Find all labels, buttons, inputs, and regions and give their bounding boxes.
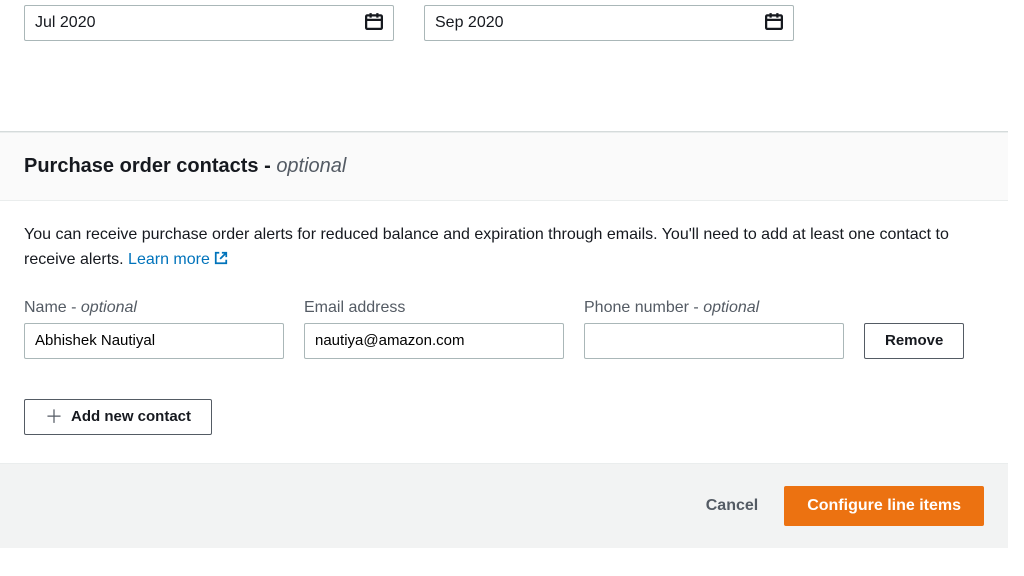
cancel-button[interactable]: Cancel: [706, 497, 758, 515]
phone-field: Phone number - optional: [584, 299, 844, 359]
end-date-input[interactable]: Sep 2020: [424, 5, 794, 41]
plus-icon: ＋: [45, 408, 63, 426]
name-field: Name - optional: [24, 299, 284, 359]
calendar-icon: [365, 12, 383, 35]
name-input[interactable]: [24, 323, 284, 359]
phone-label: Phone number - optional: [584, 299, 844, 317]
calendar-icon: [765, 12, 783, 35]
phone-input[interactable]: [584, 323, 844, 359]
start-date-value: Jul 2020: [35, 14, 96, 32]
email-input[interactable]: [304, 323, 564, 359]
contact-row: Name - optional Email address Phone numb…: [24, 299, 984, 359]
date-range-row: Jul 2020 Sep 2020: [0, 0, 1008, 91]
configure-line-items-button[interactable]: Configure line items: [784, 486, 984, 526]
helptext: You can receive purchase order alerts fo…: [24, 223, 984, 273]
external-link-icon: [214, 251, 228, 268]
remove-button[interactable]: Remove: [864, 323, 964, 359]
contacts-section-body: You can receive purchase order alerts fo…: [0, 201, 1008, 463]
footer-actions: Cancel Configure line items: [0, 463, 1008, 548]
learn-more-link[interactable]: Learn more: [128, 251, 228, 268]
start-date-input[interactable]: Jul 2020: [24, 5, 394, 41]
email-label: Email address: [304, 299, 564, 317]
email-field: Email address: [304, 299, 564, 359]
end-date-value: Sep 2020: [435, 14, 504, 32]
section-title: Purchase order contacts - optional: [24, 155, 346, 177]
name-label: Name - optional: [24, 299, 284, 317]
contacts-section-header: Purchase order contacts - optional: [0, 132, 1008, 201]
add-new-contact-button[interactable]: ＋ Add new contact: [24, 399, 212, 435]
